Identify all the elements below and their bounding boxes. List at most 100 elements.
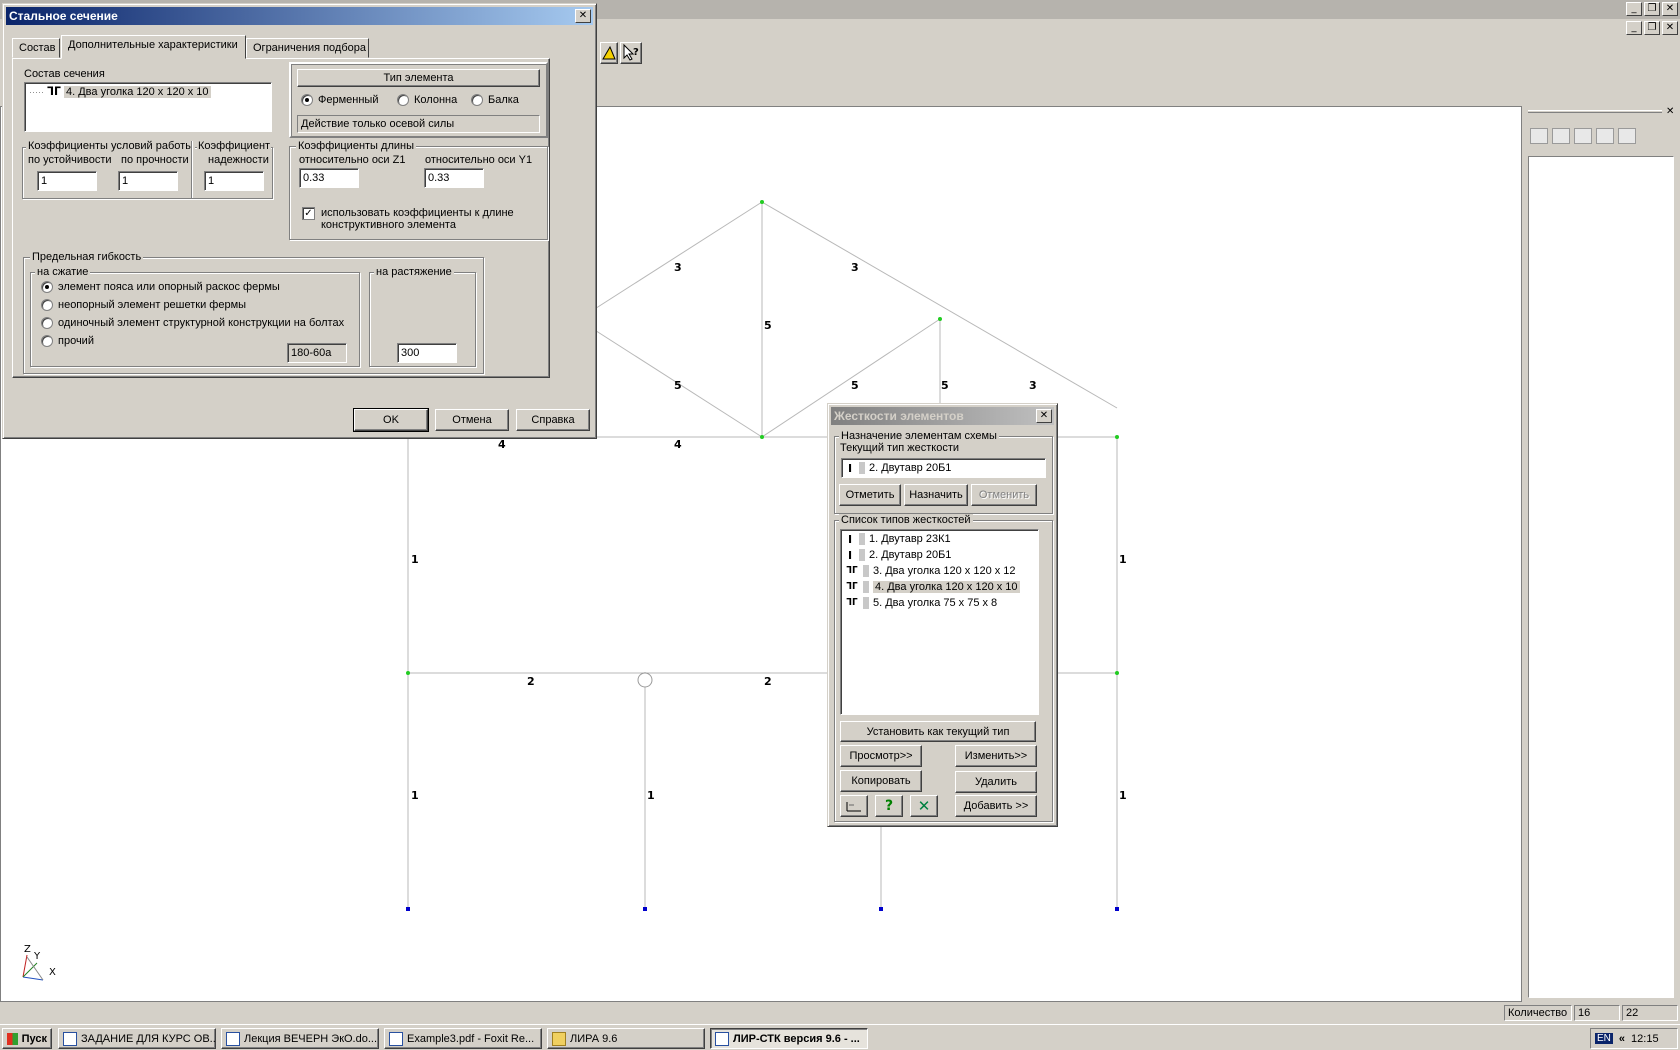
- tray-expand-icon[interactable]: «: [1619, 1033, 1625, 1045]
- ibeam-icon: I: [847, 548, 853, 562]
- add-button[interactable]: Добавить >>: [955, 795, 1037, 817]
- copy-icon[interactable]: [1574, 128, 1592, 144]
- element-label: 1: [1119, 553, 1127, 566]
- view-button[interactable]: Просмотр>>: [840, 745, 922, 767]
- restore-icon[interactable]: ❐: [1644, 2, 1660, 16]
- taskbar-item[interactable]: Лекция ВЕЧЕРН ЭкО.do...: [221, 1028, 379, 1049]
- assign-button[interactable]: Назначить: [904, 484, 968, 506]
- dialog-title: Жесткости элементов: [834, 409, 964, 423]
- pdf-icon: [389, 1031, 403, 1046]
- cancel-button[interactable]: Отмена: [435, 409, 509, 431]
- close-icon[interactable]: ✕: [575, 9, 591, 23]
- delete-button[interactable]: Удалить: [955, 771, 1037, 793]
- help-button[interactable]: Справка: [516, 409, 590, 431]
- tension-label: на растяжение: [374, 266, 454, 278]
- image-icon[interactable]: [1596, 128, 1614, 144]
- radio-chord-element[interactable]: элемент пояса или опорный раскос фермы: [41, 281, 280, 293]
- use-length-coeffs-checkbox[interactable]: ✓ использовать коэффициенты к длине конс…: [302, 207, 514, 231]
- y1-label: относительно оси Y1: [425, 154, 533, 166]
- close-icon[interactable]: ✕: [1662, 2, 1678, 16]
- list-item[interactable]: ᒣᒥ 5. Два уголка 75 x 75 x 8: [845, 596, 997, 610]
- element-type-note: Действие только осевой силы: [297, 115, 540, 133]
- tab-selection-limits[interactable]: Ограничения подбора: [246, 38, 369, 58]
- axis-z-label: Z: [24, 944, 31, 955]
- word-icon: [63, 1031, 77, 1046]
- stability-input[interactable]: 1: [37, 171, 97, 191]
- reliability-input[interactable]: 1: [204, 171, 264, 191]
- z1-input[interactable]: 0.33: [299, 168, 359, 188]
- element-label: 1: [411, 553, 419, 566]
- tension-limit-input[interactable]: 300: [397, 343, 457, 363]
- composition-item-label: 4. Два уголка 120 x 120 x 10: [64, 85, 211, 98]
- compression-group: на сжатие элемент пояса или опорный раск…: [30, 266, 360, 367]
- taskbar-item[interactable]: ЛИРА 9.6: [547, 1028, 705, 1049]
- work-coefficients-group: Коэффициенты условий работы по устойчиво…: [22, 140, 273, 199]
- axis-x-label: X: [49, 967, 56, 978]
- mdi-minimize-icon[interactable]: _: [1626, 21, 1642, 35]
- list-item-selected[interactable]: ᒣᒥ 4. Два уголка 120 x 120 x 10: [845, 580, 1020, 594]
- assign-group-label: Назначение элементам схемы: [839, 430, 999, 442]
- mdi-close-icon[interactable]: ✕: [1662, 21, 1678, 35]
- mdi-restore-icon[interactable]: ❐: [1644, 21, 1660, 35]
- compression-label: на сжатие: [35, 266, 91, 278]
- list-item[interactable]: I 2. Двутавр 20Б1: [845, 548, 951, 562]
- slenderness-label: Предельная гибкость: [30, 251, 144, 263]
- toolbar-help-cursor-icon[interactable]: ?: [620, 42, 642, 64]
- tab-additional-characteristics[interactable]: Дополнительные характеристики: [61, 35, 246, 59]
- save-icon[interactable]: [1552, 128, 1570, 144]
- element-label: 4: [674, 438, 682, 451]
- toolbar-tool-icon[interactable]: [600, 42, 618, 64]
- element-label: 5: [764, 319, 772, 332]
- element-type-header: Тип элемента: [297, 69, 540, 87]
- copy-button[interactable]: Копировать: [840, 770, 922, 792]
- stiffness-list[interactable]: I 1. Двутавр 23К1 I 2. Двутавр 20Б1 ᒣᒥ 3. Д…: [840, 529, 1039, 715]
- taskbar-item-active[interactable]: ЛИР-СТК версия 9.6 - ...: [710, 1028, 868, 1049]
- edit-button[interactable]: Изменить>>: [955, 745, 1037, 767]
- tab-composition[interactable]: Состав: [12, 38, 60, 58]
- start-button[interactable]: Пуск: [2, 1028, 52, 1049]
- table-icon[interactable]: [840, 795, 868, 817]
- minimize-icon[interactable]: _: [1626, 2, 1642, 16]
- element-label: 5: [941, 379, 949, 392]
- camera-icon[interactable]: [1530, 128, 1548, 144]
- tree-item[interactable]: ····· ᒣᒥ 4. Два уголка 120 x 120 x 10: [29, 85, 211, 98]
- dialog-title: Стальное сечение: [9, 9, 118, 23]
- undo-button[interactable]: Отменить: [971, 484, 1037, 506]
- stability-label: по устойчивости: [28, 154, 112, 166]
- axis-triad-icon: Z Y X: [22, 944, 56, 981]
- radio-column[interactable]: Колонна: [397, 94, 457, 106]
- list-item[interactable]: ᒣᒥ 3. Два уголка 120 x 120 x 12: [845, 564, 1016, 578]
- print-icon[interactable]: [1618, 128, 1636, 144]
- checkmark-icon: ✓: [302, 207, 315, 220]
- z1-label: относительно оси Z1: [299, 154, 406, 166]
- set-current-button[interactable]: Установить как текущий тип: [840, 721, 1036, 742]
- close-x-icon[interactable]: ✕: [910, 795, 938, 817]
- dock-close-icon[interactable]: ✕: [1666, 106, 1674, 117]
- tab-page: Состав сечения ····· ᒣᒥ 4. Два уголка 12…: [12, 58, 550, 378]
- y1-input[interactable]: 0.33: [424, 168, 484, 188]
- composition-tree[interactable]: ····· ᒣᒥ 4. Два уголка 120 x 120 x 10: [24, 82, 272, 132]
- radio-truss[interactable]: Ферменный: [301, 94, 378, 106]
- double-angle-icon: ᒣᒥ: [846, 582, 858, 592]
- element-label: 3: [674, 261, 682, 274]
- current-type-field: I 2. Двутавр 20Б1: [841, 458, 1046, 478]
- help-icon[interactable]: ?: [875, 795, 903, 817]
- strength-input[interactable]: 1: [118, 171, 178, 191]
- checkbox-label-2: конструктивного элемента: [321, 219, 456, 231]
- tension-group: на растяжение 300: [369, 266, 476, 367]
- element-label: 5: [674, 379, 682, 392]
- mark-button[interactable]: Отметить: [839, 484, 901, 506]
- radio-bolted-element[interactable]: одиночный элемент структурной конструкци…: [41, 317, 344, 329]
- language-indicator[interactable]: EN: [1595, 1033, 1613, 1044]
- taskbar-item[interactable]: Example3.pdf - Foxit Re...: [384, 1028, 542, 1049]
- list-item[interactable]: I 1. Двутавр 23К1: [845, 532, 951, 546]
- radio-beam[interactable]: Балка: [471, 94, 519, 106]
- work-coeffs-label: Коэффициенты условий работы: [26, 140, 196, 152]
- ok-button[interactable]: OK: [353, 408, 429, 432]
- taskbar-item[interactable]: ЗАДАНИЕ ДЛЯ КУРС ОВ...: [58, 1028, 216, 1049]
- radio-other[interactable]: прочий: [41, 335, 94, 347]
- radio-lattice-element[interactable]: неопорный элемент решетки фермы: [41, 299, 246, 311]
- element-label: 2: [764, 675, 772, 688]
- close-icon[interactable]: ✕: [1036, 409, 1052, 423]
- clock: 12:15: [1631, 1032, 1659, 1045]
